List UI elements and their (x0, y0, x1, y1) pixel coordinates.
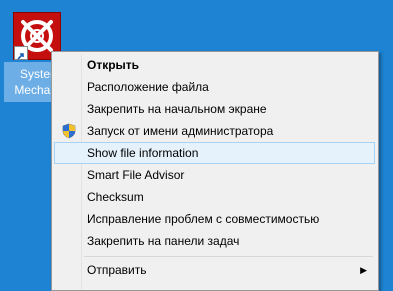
menu-item-label: Закрепить на панели задач (87, 234, 240, 248)
menu-separator (84, 256, 373, 257)
menu-item-label: Открыть (87, 58, 140, 72)
menu-item-label: Smart File Advisor (87, 168, 185, 182)
menu-item-send-to[interactable]: Отправить ▶ (54, 259, 375, 281)
menu-item-label: Checksum (87, 190, 144, 204)
menu-item-label: Show file information (87, 146, 199, 160)
menu-item-label: Закрепить на начальном экране (87, 102, 267, 116)
menu-item-pin-to-taskbar[interactable]: Закрепить на панели задач (54, 230, 375, 252)
uac-shield-icon (61, 123, 77, 139)
menu-item-show-file-information[interactable]: Show file information (54, 142, 375, 164)
menu-item-checksum[interactable]: Checksum (54, 186, 375, 208)
menu-item-smart-file-advisor[interactable]: Smart File Advisor (54, 164, 375, 186)
menu-item-pin-to-start[interactable]: Закрепить на начальном экране (54, 98, 375, 120)
menu-item-label: Исправление проблем с совместимостью (87, 212, 320, 226)
menu-item-run-as-admin[interactable]: Запуск от имени администратора (54, 120, 375, 142)
submenu-arrow-icon: ▶ (360, 265, 367, 275)
menu-item-open[interactable]: Открыть (54, 54, 375, 76)
menu-item-troubleshoot-compatibility[interactable]: Исправление проблем с совместимостью (54, 208, 375, 230)
menu-item-label: Расположение файла (87, 80, 209, 94)
context-menu: Открыть Расположение файла Закрепить на … (51, 51, 379, 291)
shortcut-arrow-icon (14, 46, 28, 60)
menu-item-file-location[interactable]: Расположение файла (54, 76, 375, 98)
menu-item-label: Отправить (87, 263, 147, 277)
menu-item-label: Запуск от имени администратора (87, 124, 274, 138)
